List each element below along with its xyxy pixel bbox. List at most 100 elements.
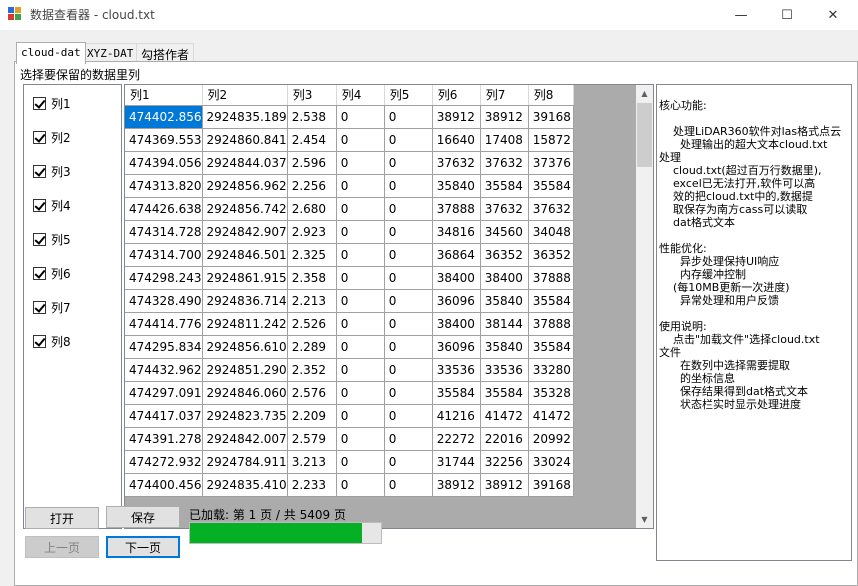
table-row[interactable]: 474314.728 2924842.907 2.923 0 0 34816 34560 34… <box>125 220 574 244</box>
table-row[interactable]: 474426.638 2924856.742 2.680 0 0 37888 37632 37… <box>125 197 574 221</box>
grid-cell[interactable]: 0 <box>384 404 433 428</box>
grid-cell[interactable]: 0 <box>336 243 385 267</box>
grid-cell[interactable]: 474297.091 <box>125 381 203 405</box>
grid-cell[interactable]: 38400 <box>480 266 529 290</box>
column-checkbox-3[interactable]: 列3 <box>33 163 71 179</box>
grid-cell[interactable]: 2924856.610 <box>202 335 288 359</box>
column-checkbox-4[interactable]: 列4 <box>33 197 71 213</box>
grid-cell[interactable]: 2.576 <box>287 381 337 405</box>
grid-cell[interactable]: 35584 <box>528 174 574 198</box>
scroll-thumb[interactable] <box>637 103 652 167</box>
scroll-up-icon[interactable]: ▲ <box>636 85 653 102</box>
grid-column-header[interactable]: 列1 <box>125 85 203 106</box>
grid-cell[interactable]: 38912 <box>432 473 481 497</box>
table-row[interactable]: 474297.091 2924846.060 2.576 0 0 35584 35584 35… <box>125 381 574 405</box>
grid-cell[interactable]: 2924856.962 <box>202 174 288 198</box>
grid-cell[interactable]: 2.352 <box>287 358 337 382</box>
grid-cell[interactable]: 36864 <box>432 243 481 267</box>
table-row[interactable]: 474400.456 2924835.410 2.233 0 0 38912 38912 39… <box>125 473 574 497</box>
grid-cell[interactable]: 22016 <box>480 427 529 451</box>
grid-cell[interactable]: 2.596 <box>287 151 337 175</box>
grid-cell[interactable]: 474414.776 <box>125 312 203 336</box>
save-button[interactable]: 保存 <box>106 506 180 528</box>
grid-cell[interactable]: 2.256 <box>287 174 337 198</box>
grid-cell[interactable]: 2.526 <box>287 312 337 336</box>
grid-cell[interactable]: 2924842.907 <box>202 220 288 244</box>
grid-cell[interactable]: 0 <box>384 427 433 451</box>
grid-cell[interactable]: 38912 <box>480 473 529 497</box>
grid-cell[interactable]: 33536 <box>432 358 481 382</box>
grid-cell[interactable]: 2924860.841 <box>202 128 288 152</box>
grid-column-header[interactable]: 列5 <box>384 85 433 106</box>
table-row[interactable]: 474417.037 2924823.735 2.209 0 0 41216 41472 41… <box>125 404 574 428</box>
grid-cell[interactable]: 0 <box>336 404 385 428</box>
grid-cell[interactable]: 38400 <box>432 266 481 290</box>
grid-cell[interactable]: 37376 <box>528 151 574 175</box>
grid-cell[interactable]: 35584 <box>528 335 574 359</box>
grid-cell[interactable]: 33536 <box>480 358 529 382</box>
grid-cell[interactable]: 39168 <box>528 473 574 497</box>
grid-cell[interactable]: 37632 <box>528 197 574 221</box>
grid-cell[interactable]: 34048 <box>528 220 574 244</box>
grid-cell[interactable]: 35584 <box>480 381 529 405</box>
grid-column-header[interactable]: 列8 <box>528 85 574 106</box>
grid-cell[interactable]: 34560 <box>480 220 529 244</box>
grid-cell[interactable]: 474394.056 <box>125 151 203 175</box>
column-checklist[interactable]: 列1 列2 列3 列4 列5 列6 列7 列8 <box>23 84 122 529</box>
tab-xyz-dat[interactable]: XYZ-DAT <box>82 43 139 63</box>
grid-cell[interactable]: 2.233 <box>287 473 337 497</box>
grid-cell[interactable]: 2924811.242 <box>202 312 288 336</box>
table-row[interactable]: 474314.700 2924846.501 2.325 0 0 36864 36352 36… <box>125 243 574 267</box>
grid-cell[interactable]: 474426.638 <box>125 197 203 221</box>
grid-cell[interactable]: 2.538 <box>287 105 337 129</box>
prev-page-button[interactable]: 上一页 <box>25 536 99 558</box>
grid-cell[interactable]: 0 <box>384 151 433 175</box>
grid-cell[interactable]: 3.213 <box>287 450 337 474</box>
grid-cell[interactable]: 35584 <box>480 174 529 198</box>
grid-cell[interactable]: 0 <box>384 473 433 497</box>
grid-cell[interactable]: 37888 <box>528 312 574 336</box>
grid-cell[interactable]: 31744 <box>432 450 481 474</box>
grid-cell[interactable]: 34816 <box>432 220 481 244</box>
grid-cell[interactable]: 2.923 <box>287 220 337 244</box>
tab-cloud-dat[interactable]: cloud-dat <box>16 42 86 64</box>
table-row[interactable]: 474272.932 2924784.911 3.213 0 0 31744 32256 33… <box>125 450 574 474</box>
grid-cell[interactable]: 474402.856 <box>125 105 203 129</box>
grid-cell[interactable]: 0 <box>384 289 433 313</box>
grid-cell[interactable]: 2.680 <box>287 197 337 221</box>
grid-cell[interactable]: 2.289 <box>287 335 337 359</box>
grid-cell[interactable]: 36352 <box>528 243 574 267</box>
grid-cell[interactable]: 37888 <box>528 266 574 290</box>
grid-cell[interactable]: 474313.820 <box>125 174 203 198</box>
grid-cell[interactable]: 2924851.290 <box>202 358 288 382</box>
column-checkbox-1[interactable]: 列1 <box>33 95 71 111</box>
grid-cell[interactable]: 0 <box>384 220 433 244</box>
grid-cell[interactable]: 0 <box>384 358 433 382</box>
grid-cell[interactable]: 39168 <box>528 105 574 129</box>
grid-cell[interactable]: 41472 <box>528 404 574 428</box>
table-row[interactable]: 474295.834 2924856.610 2.289 0 0 36096 35840 35… <box>125 335 574 359</box>
grid-cell[interactable]: 2924846.501 <box>202 243 288 267</box>
maximize-button[interactable]: ☐ <box>764 0 810 30</box>
table-row[interactable]: 474432.962 2924851.290 2.352 0 0 33536 33536 33… <box>125 358 574 382</box>
grid-cell[interactable]: 2924784.911 <box>202 450 288 474</box>
grid-column-header[interactable]: 列2 <box>202 85 288 106</box>
grid-cell[interactable]: 2.358 <box>287 266 337 290</box>
grid-cell[interactable]: 474391.278 <box>125 427 203 451</box>
grid-cell[interactable]: 474432.962 <box>125 358 203 382</box>
grid-cell[interactable]: 2.325 <box>287 243 337 267</box>
grid-cell[interactable]: 0 <box>336 381 385 405</box>
grid-cell[interactable]: 2.209 <box>287 404 337 428</box>
data-grid[interactable]: 列1 列2 列3 列4 列5 列6 列7 列8 474402.856 2924835.189 2.… <box>124 84 654 529</box>
grid-cell[interactable]: 32256 <box>480 450 529 474</box>
grid-cell[interactable]: 0 <box>336 312 385 336</box>
table-row[interactable]: 474414.776 2924811.242 2.526 0 0 38400 38144 37… <box>125 312 574 336</box>
grid-cell[interactable]: 0 <box>336 427 385 451</box>
grid-cell[interactable]: 35840 <box>480 335 529 359</box>
grid-cell[interactable]: 2924835.410 <box>202 473 288 497</box>
grid-cell[interactable]: 0 <box>336 197 385 221</box>
grid-cell[interactable]: 474295.834 <box>125 335 203 359</box>
grid-cell[interactable]: 0 <box>336 220 385 244</box>
table-row[interactable]: 474328.490 2924836.714 2.213 0 0 36096 35840 35… <box>125 289 574 313</box>
grid-cell[interactable]: 474298.243 <box>125 266 203 290</box>
